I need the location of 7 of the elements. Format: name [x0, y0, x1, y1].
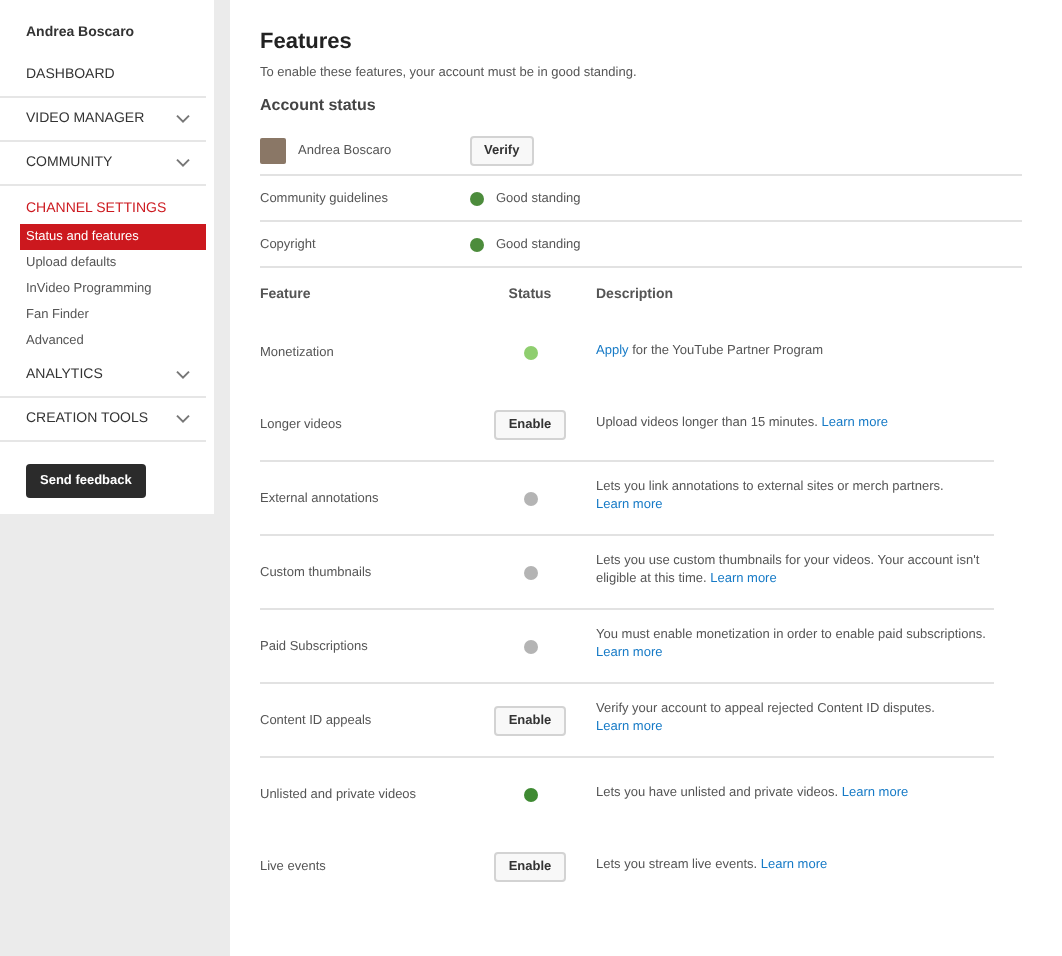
chevron-down-icon	[176, 370, 190, 380]
chevron-down-icon	[176, 414, 190, 424]
avatar-photo-placeholder	[260, 137, 286, 163]
page-title: Features	[260, 30, 354, 54]
chevron-down-icon	[176, 158, 190, 168]
section-heading: Account status	[260, 96, 378, 114]
chevron-down-icon	[176, 114, 190, 124]
